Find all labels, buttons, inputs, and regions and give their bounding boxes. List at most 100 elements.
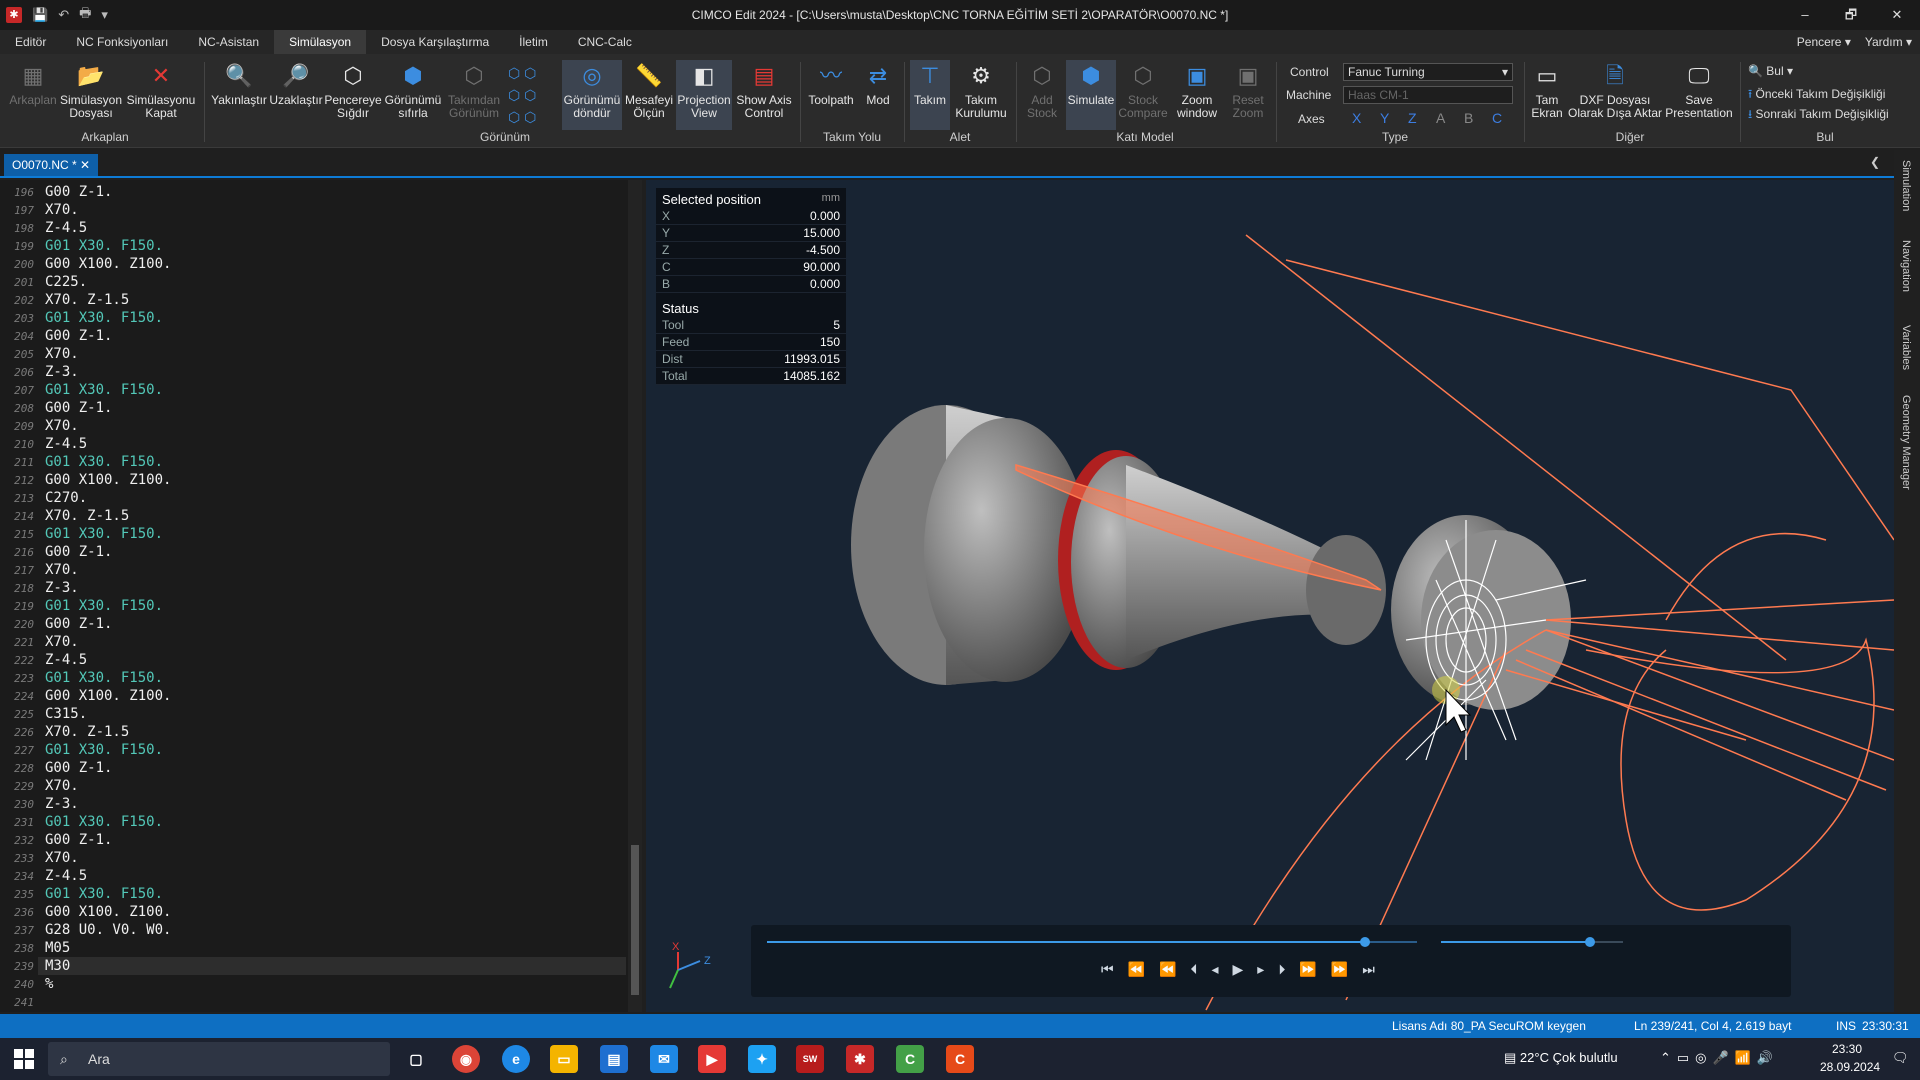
code-line[interactable]: C315. [45,706,87,722]
play-icon[interactable]: ▶ [1233,961,1244,978]
code-line[interactable]: G00 X100. Z100. [45,256,171,272]
background-button[interactable]: ▦ Arkaplan [8,60,58,107]
cimco-icon[interactable]: ✱ [846,1045,874,1073]
windows-start-icon[interactable] [14,1049,34,1069]
step-back-icon[interactable]: ◂ [1211,961,1218,978]
code-line[interactable]: Z-3. [45,796,79,812]
code-line[interactable]: X70. Z-1.5 [45,724,129,740]
progress-slider-handle[interactable] [1360,937,1370,947]
code-line[interactable]: M05 [45,940,70,956]
next-tool-change-button[interactable]: ⭳ Sonraki Takım Değişikliği [1748,105,1889,126]
speed-slider-handle[interactable] [1585,937,1596,947]
code-line[interactable]: X70. [45,634,79,650]
tab-simulation[interactable]: Simülasyon [274,30,367,54]
tool-setup-button[interactable]: ⚙ Takım Kurulumu [952,60,1010,120]
code-line[interactable]: G01 X30. F150. [45,886,163,902]
find-button[interactable]: 🔍 Bul ▾ [1748,64,1793,78]
export-dxf-button[interactable]: 🗎 DXF Dosyası Olarak Dışa Aktar [1568,60,1662,120]
tool-view-button[interactable]: ⬡ Takımdan Görünüm [446,60,502,120]
tab-o0070-nc[interactable]: O0070.NC * ✕ [4,154,99,176]
zoom-out-button[interactable]: 🔎 Uzaklaştır [268,60,324,107]
tab-transmission[interactable]: İletim [504,30,563,54]
code-line[interactable]: G01 X30. F150. [45,238,163,254]
mode-button[interactable]: ⇄ Mod [858,60,898,107]
code-line[interactable]: X70. Z-1.5 [45,508,129,524]
notification-icon[interactable]: 🗨 [1892,1050,1909,1066]
code-line[interactable]: Z-3. [45,364,79,380]
axis-b-toggle[interactable]: B [1464,110,1473,126]
app-green-icon[interactable]: C [896,1045,924,1073]
mail-icon[interactable]: ✉ [650,1045,678,1073]
code-line[interactable]: G00 Z-1. [45,184,112,200]
code-line[interactable]: M30 [45,958,70,974]
scrollbar-thumb[interactable] [631,845,639,995]
quick-access-dropdown-icon[interactable]: ▾ [101,7,108,23]
taskbar-search[interactable]: ⌕ Ara [48,1042,390,1076]
app-orange-icon[interactable]: C [946,1045,974,1073]
code-line[interactable]: Z-3. [45,580,79,596]
reset-view-button[interactable]: ⬢ Görünümü sıfırla [382,60,444,120]
save-presentation-button[interactable]: 🖵 Save Presentation [1664,60,1734,120]
show-axis-control-button[interactable]: ▤ Show Axis Control [734,60,794,120]
projection-view-button[interactable]: ◧ Projection View [676,60,732,130]
tool-button[interactable]: ⊤ Takım [910,60,950,130]
store-icon[interactable]: ▤ [600,1045,628,1073]
next-move-icon[interactable]: ⏩ [1299,961,1316,978]
code-line[interactable]: G00 Z-1. [45,328,112,344]
code-line[interactable]: X70. [45,562,79,578]
zoom-window-button[interactable]: ▣ Zoom window [1170,60,1224,120]
close-tab-icon[interactable]: ✕ [80,158,90,172]
tab-file-compare[interactable]: Dosya Karşılaştırma [366,30,504,54]
code-line[interactable]: Z-4.5 [45,868,87,884]
solidworks-icon[interactable]: SW [796,1045,824,1073]
step-forward-icon[interactable]: ▸ [1257,961,1264,978]
twitter-icon[interactable]: ✦ [748,1045,776,1073]
code-line[interactable]: G00 Z-1. [45,760,112,776]
minimize-button[interactable]: – [1782,0,1828,30]
side-tab-simulation[interactable]: Simulation [1900,160,1912,211]
youtube-icon[interactable]: ▶ [698,1045,726,1073]
reset-zoom-button[interactable]: ▣ Reset Zoom [1226,60,1270,120]
code-line[interactable]: G01 X30. F150. [45,670,163,686]
code-line[interactable]: Z-4.5 [45,652,87,668]
tab-editor[interactable]: Editör [0,30,61,54]
control-select[interactable]: Fanuc Turning ▾ [1343,63,1513,81]
first-step-icon[interactable]: ⏮ [1101,961,1114,978]
code-line[interactable]: G01 X30. F150. [45,526,163,542]
side-tab-navigation[interactable]: Navigation [1900,240,1912,292]
code-line[interactable]: G00 Z-1. [45,544,112,560]
weather-widget[interactable]: ▤ 22°C Çok bulutlu [1504,1050,1618,1066]
code-line[interactable]: C270. [45,490,87,506]
axis-x-toggle[interactable]: X [1352,110,1361,126]
next-block-icon[interactable]: ⏵ [1278,961,1285,978]
axis-c-toggle[interactable]: C [1492,110,1502,126]
code-line[interactable]: X70. Z-1.5 [45,292,129,308]
code-line[interactable]: Z-4.5 [45,436,87,452]
save-icon[interactable]: 💾 [32,7,48,23]
code-line[interactable]: G01 X30. F150. [45,598,163,614]
fit-window-button[interactable]: ⬡ Pencereye Sığdır [324,60,382,120]
code-line[interactable]: G00 Z-1. [45,616,112,632]
prev-move-icon[interactable]: ⏪ [1159,961,1176,978]
prev-tool-change-icon[interactable]: ⏪ [1128,961,1145,978]
tab-nc-assistant[interactable]: NC-Asistan [183,30,274,54]
restore-button[interactable]: 🗗 [1828,0,1874,30]
side-tab-geometry-manager[interactable]: Geometry Manager [1900,395,1912,490]
prev-block-icon[interactable]: ⏴ [1190,961,1197,978]
code-line[interactable]: G00 Z-1. [45,400,112,416]
print-icon[interactable]: 🖶 [79,4,91,26]
code-line[interactable]: X70. [45,418,79,434]
stock-compare-button[interactable]: ⬡ Stock Compare [1118,60,1168,120]
next-tool-change-icon[interactable]: ⏩ [1331,961,1348,978]
code-line[interactable]: C225. [45,274,87,290]
system-tray-icons[interactable]: ⌃▭◎🎤📶🔊 [1660,1050,1779,1066]
axis-y-toggle[interactable]: Y [1380,110,1389,126]
add-stock-button[interactable]: ⬡ Add Stock [1020,60,1064,120]
tab-prev-icon[interactable]: ❮ [1870,155,1880,169]
prev-tool-change-button[interactable]: ⭱ Önceki Takım Değişikliği [1748,85,1885,106]
code-editor[interactable]: 196 G00 Z-1. 197 X70. 198 Z-4.5 199 G01 X30. F1… [0,180,630,1012]
view-presets-icons[interactable]: ⬡ ⬡ ⬡ ⬡ ⬡ ⬡ [508,62,552,128]
side-tab-variables[interactable]: Variables [1900,325,1912,370]
close-simulation-button[interactable]: ✕ Simülasyonu Kapat [126,60,196,120]
code-line[interactable]: G01 X30. F150. [45,814,163,830]
